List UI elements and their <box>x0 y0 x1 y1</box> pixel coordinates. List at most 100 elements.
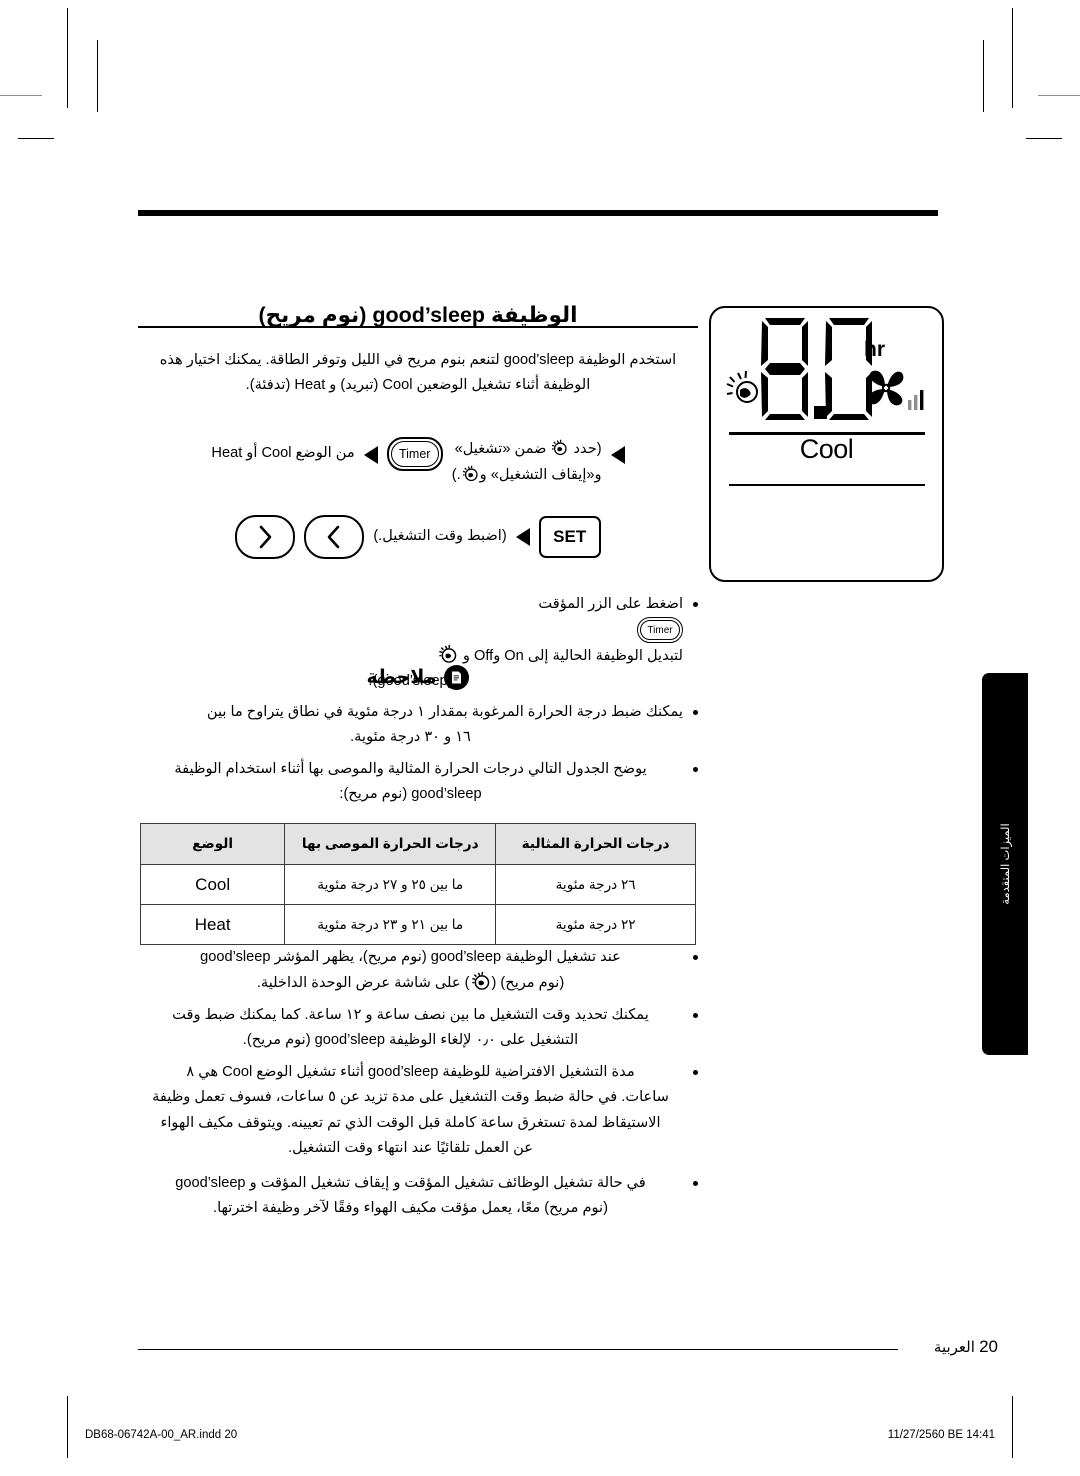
cell-ideal: ٢٢ درجة مئوية <box>495 904 696 945</box>
temperature-table: درجات الحرارة المثالية درجات الحرارة الم… <box>139 823 696 945</box>
fan-speed-bars-icon <box>908 390 924 410</box>
note-heading: ملاحظة <box>138 665 698 690</box>
note-title: ملاحظة <box>366 667 437 688</box>
imprint-timestamp: 11/27/2560 BE 14:41 <box>887 1429 995 1441</box>
print-imprint: DB68-06742A-00_AR.indd 20 11/27/2560 BE … <box>0 1429 1080 1445</box>
bullet-dot <box>693 955 698 960</box>
chevron-right-icon <box>260 525 272 549</box>
duration-bullet-line-1: يمكنك تحديد وقت التشغيل ما بين نصف ساعة … <box>172 1007 649 1024</box>
note-bullet-2-line-1: يوضح الجدول التالي درجات الحرارة المثالي… <box>174 761 647 778</box>
timer-button-label: Timer <box>647 624 673 636</box>
default-time-bullet-line-3: الاستيقاظ لمدة تستغرق ساعة كاملة قبل الو… <box>160 1114 661 1131</box>
step-set-time-label: (اضبط وقت التشغيل.) <box>373 527 507 544</box>
cell-mode: Heat <box>139 904 286 945</box>
table-header-row: درجات الحرارة المثالية درجات الحرارة الم… <box>139 823 696 865</box>
cell-recommended: ما بين ٢١ و ٢٣ درجة مئوية <box>284 904 497 945</box>
chevron-left-icon <box>328 525 340 549</box>
step-instructions: (حدد ضمن «تشغيل» و«إيقاف التشغيل» و.) Ti… <box>138 437 698 559</box>
duration-bullet-line-2: التشغيل على ٠٫٠ لإلغاء الوظيفة good’slee… <box>242 1032 579 1049</box>
section-tab: الميزات المتقدمة <box>982 673 1028 1055</box>
chevron-left-button[interactable] <box>304 514 365 559</box>
bullet-dot <box>693 1180 698 1186</box>
bullet-dot <box>693 1070 698 1076</box>
header-rule <box>138 210 938 216</box>
goodsleep-icon <box>470 970 492 992</box>
footer-language-label: العربية <box>933 1339 975 1356</box>
list-item: مدة التشغيل الافتراضية للوظيفة good’slee… <box>138 1060 698 1160</box>
list-item: عند تشغيل الوظيفة good’sleep (نوم مريح)،… <box>138 945 698 996</box>
imprint-filename: DB68-06742A-00_AR.indd 20 <box>85 1429 238 1441</box>
timer-value-segments <box>761 318 872 420</box>
footer-page-label: 20 العربية <box>934 1337 998 1357</box>
timer-button-label: Timer <box>398 447 431 461</box>
timer-unit-label: hr <box>864 338 885 361</box>
post-table-bullets: عند تشغيل الوظيفة good’sleep (نوم مريح)،… <box>138 945 698 1228</box>
note-bullet-1-line-1: يمكنك ضبط درجة الحرارة المرغوبة بمقدار ١… <box>206 704 683 720</box>
step-note-line-2: و«إيقاف التشغيل» و .) <box>452 463 602 489</box>
fan-icon <box>868 370 904 406</box>
set-button-label: SET <box>553 526 587 546</box>
bullet-dot <box>693 767 698 773</box>
crop-mark <box>0 95 42 96</box>
triangle-left-icon <box>515 527 530 546</box>
timer-button[interactable]: Timer <box>386 437 443 471</box>
list-item: يمكنك تحديد وقت التشغيل ما بين نصف ساعة … <box>138 1003 698 1053</box>
triangle-left-icon <box>610 446 625 464</box>
goodsleep-icon <box>461 464 480 483</box>
goodsleep-icon <box>550 438 569 457</box>
page-number: 20 <box>979 1337 998 1356</box>
crop-mark <box>67 1396 68 1458</box>
list-item: يمكنك ضبط درجة الحرارة المرغوبة بمقدار ١… <box>138 700 698 750</box>
table-header-recommended: درجات الحرارة الموصى بها <box>284 823 497 865</box>
manual-page: الوظيفة good’sleep (نوم مريح) استخدم الو… <box>0 0 1080 1476</box>
bullet-dot <box>693 1013 698 1019</box>
default-time-bullet-line-2: ساعات. في حالة ضبط وقت التشغيل على مدة ت… <box>152 1089 669 1106</box>
note-document-icon <box>444 665 470 690</box>
timer-button[interactable]: Timer <box>637 617 683 644</box>
section-tab-label: الميزات المتقدمة <box>1000 823 1012 905</box>
note-bullet-1-line-2: ١٦ و ٣٠ درجة مئوية. <box>350 729 471 746</box>
crop-mark <box>1012 8 1013 108</box>
cell-ideal: ٢٦ درجة مئوية <box>495 864 696 905</box>
page-title: الوظيفة good’sleep (نوم مريح) <box>258 303 578 328</box>
crop-mark <box>1038 95 1080 96</box>
default-time-bullet-line-1: مدة التشغيل الافتراضية للوظيفة good’slee… <box>186 1064 635 1081</box>
bullet-dot <box>693 602 698 607</box>
goodsleep-icon <box>726 370 758 403</box>
digit-8 <box>761 318 808 420</box>
table-row: ٢٦ درجة مئوية ما بين ٢٥ و ٢٧ درجة مئوية … <box>139 864 696 905</box>
intro-line-1: استخدم الوظيفة good’sleep لتنعم بنوم مري… <box>159 352 677 368</box>
chevron-right-button[interactable] <box>235 514 296 559</box>
cell-recommended: ما بين ٢٥ و ٢٧ درجة مئوية <box>284 864 497 905</box>
list-item: يوضح الجدول التالي درجات الحرارة المثالي… <box>138 757 698 807</box>
goodsleep-icon <box>437 643 459 665</box>
intro-line-2: الوظيفة أثناء تشغيل الوضعين Cool (تبريد)… <box>245 377 591 394</box>
bullet-dot <box>693 710 698 715</box>
list-item: في حالة تشغيل الوظائف تشغيل المؤقت و إيق… <box>138 1171 698 1221</box>
title-underline <box>138 326 698 328</box>
footer-rule <box>138 1349 898 1351</box>
step-note-line-1: (حدد ضمن «تشغيل» <box>452 437 602 463</box>
table-row: ٢٢ درجة مئوية ما بين ٢١ و ٢٣ درجة مئوية … <box>139 904 696 945</box>
combined-bullet-line-2: (نوم مريح) معًا، يعمل مؤقت مكيف الهواء و… <box>213 1199 608 1216</box>
table-header-mode: الوضع <box>139 823 286 865</box>
note-bullet-2-line-2: good’sleep (نوم مريح): <box>339 786 482 803</box>
crop-mark <box>983 40 984 112</box>
display-divider-bottom <box>729 484 925 487</box>
intro-paragraph: استخدم الوظيفة good’sleep لتنعم بنوم مري… <box>138 348 698 398</box>
mode-label: Cool <box>799 434 854 464</box>
crop-mark <box>1012 1396 1013 1458</box>
indicator-bullet-line-2: (نوم مريح) ( ) على شاشة عرض الوحدة الداخ… <box>138 970 683 996</box>
table-header-ideal: درجات الحرارة المثالية <box>495 823 696 865</box>
decimal-point <box>814 406 827 419</box>
step-set-time: SET (اضبط وقت التشغيل.) <box>138 514 698 559</box>
step-select-mode-note: (حدد ضمن «تشغيل» و«إيقاف التشغيل» و.) <box>452 437 602 489</box>
crop-mark <box>18 138 54 139</box>
step-select-mode: (حدد ضمن «تشغيل» و«إيقاف التشغيل» و.) Ti… <box>138 437 698 489</box>
note-bullets: يمكنك ضبط درجة الحرارة المرغوبة بمقدار ١… <box>138 700 698 814</box>
step-select-mode-label: من الوضع Cool أو Heat <box>211 445 355 461</box>
set-button[interactable]: SET <box>538 515 601 558</box>
cell-mode: Cool <box>139 864 286 905</box>
crop-mark <box>1026 138 1062 139</box>
indicator-bullet-line-1: عند تشغيل الوظيفة good’sleep (نوم مريح)،… <box>200 949 621 965</box>
